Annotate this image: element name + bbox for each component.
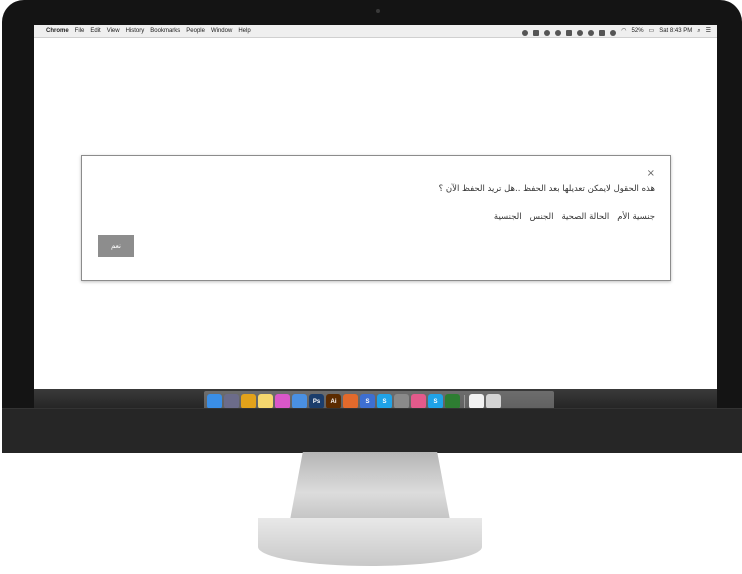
screen: Chrome File Edit View History Bookmarks … [34, 25, 717, 414]
photos-icon[interactable] [411, 394, 426, 409]
documents-icon[interactable] [469, 394, 484, 409]
skype-icon-2[interactable]: S [428, 394, 443, 409]
camera-icon [376, 9, 380, 13]
tray-icon[interactable] [566, 29, 573, 36]
imac-stand [290, 452, 450, 520]
field-gender: الجنس [529, 212, 554, 222]
tray-icon[interactable] [522, 29, 529, 36]
illustrator-icon[interactable]: Ai [326, 394, 341, 409]
field-nationality: الجنسية [493, 212, 522, 222]
tray-icon[interactable] [555, 29, 562, 36]
tray-icon[interactable] [610, 29, 617, 36]
menu-help[interactable]: Help [238, 25, 250, 37]
notification-center-icon[interactable]: ☰ [706, 25, 711, 37]
tray-icon[interactable] [577, 29, 584, 36]
field-list: الجنسية الجنس الحالة الصحية جنسية الأم [494, 212, 655, 222]
imac-stand-base [258, 518, 482, 566]
battery-icon[interactable]: ▭ [649, 25, 655, 37]
spotlight-icon[interactable]: ⌕ [697, 25, 700, 37]
menu-file[interactable]: File [75, 25, 85, 37]
git-icon[interactable] [343, 394, 358, 409]
menu-window[interactable]: Window [211, 25, 232, 37]
dock-separator [464, 394, 465, 409]
confirm-dialog: × هذه الحقول لايمكن تعديلها بعد الحفظ ..… [81, 155, 671, 281]
menu-people[interactable]: People [186, 25, 205, 37]
battery-percentage: 52% [631, 28, 644, 34]
chrome-icon[interactable] [241, 394, 256, 409]
field-mother-nationality: جنسية الأم [617, 212, 655, 222]
field-health-status: الحالة الصحية [561, 212, 610, 222]
menu-bookmarks[interactable]: Bookmarks [150, 25, 180, 37]
tray-icon[interactable] [533, 29, 540, 36]
menu-bar: Chrome File Edit View History Bookmarks … [34, 25, 717, 38]
settings-icon[interactable] [394, 394, 409, 409]
close-icon[interactable]: × [647, 168, 655, 179]
trash-icon[interactable] [486, 394, 501, 409]
clock[interactable]: Sat 8:43 PM [659, 25, 692, 37]
menu-app-name[interactable]: Chrome [46, 25, 69, 37]
dialog-message: هذه الحقول لايمكن تعديلها بعد الحفظ ..هل… [438, 184, 655, 194]
confirm-button[interactable]: نعم [98, 235, 134, 257]
skype-icon[interactable]: S [377, 394, 392, 409]
itunes-icon[interactable] [275, 394, 290, 409]
tray-icon[interactable] [544, 29, 551, 36]
menu-edit[interactable]: Edit [90, 25, 100, 37]
tray-icon[interactable] [599, 29, 606, 36]
finder-icon[interactable] [207, 394, 222, 409]
activity-monitor-icon[interactable] [445, 394, 460, 409]
messages-icon[interactable] [292, 394, 307, 409]
tray-icon[interactable] [588, 29, 595, 36]
photoshop-icon[interactable]: Ps [309, 394, 324, 409]
imac-chin [2, 408, 742, 453]
menu-view[interactable]: View [107, 25, 120, 37]
wifi-icon[interactable]: ◠ [621, 25, 626, 37]
sublime-icon[interactable]: S [360, 394, 375, 409]
launchpad-icon[interactable] [224, 394, 239, 409]
notes-icon[interactable] [258, 394, 273, 409]
menu-history[interactable]: History [126, 25, 145, 37]
